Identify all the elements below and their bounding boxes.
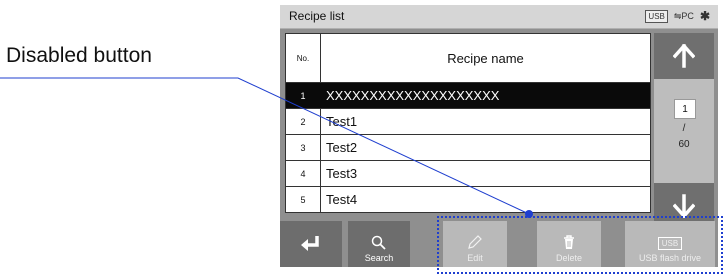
delete-label: Delete [555,253,582,263]
table-row[interactable]: 3 Test2 [286,135,650,161]
pc-status-label: PC [681,10,694,21]
row-number: 3 [286,135,321,160]
table-row-selected[interactable]: 1 XXXXXXXXXXXXXXXXXXXX [286,83,650,109]
back-button[interactable] [280,221,342,267]
recipe-list-screen: Recipe list USB ⇋PC ✱ No. Recipe name 1 … [280,5,718,267]
edit-label: Edit [467,253,483,263]
table-header: No. Recipe name [286,34,650,83]
callout-label: Disabled button [6,44,152,67]
usb-icon: USB [657,237,683,250]
recipe-table: No. Recipe name 1 XXXXXXXXXXXXXXXXXXXX 2… [285,33,651,213]
page-scroller: 1 / 60 [654,33,714,229]
row-number: 1 [286,83,321,108]
page-up-button[interactable] [654,33,714,79]
row-number: 5 [286,187,321,212]
row-number: 4 [286,161,321,186]
recipe-name: Test4 [326,192,358,207]
bottom-toolbar: Search Edit Delete USB USB flash drive [280,221,718,267]
column-header-no: No. [286,34,321,82]
usb-flash-drive-label: USB flash drive [638,253,702,263]
recipe-name: Test2 [326,140,358,155]
edit-icon [468,235,482,249]
title-bar: Recipe list USB ⇋PC ✱ [280,5,718,29]
column-header-recipe-name: Recipe name [447,50,524,66]
arrow-down-icon [673,194,695,218]
screen-title: Recipe list [289,9,345,23]
table-row[interactable]: 2 Test1 [286,109,650,135]
recipe-name: XXXXXXXXXXXXXXXXXXXX [326,88,500,103]
back-icon [301,236,319,251]
current-page: 1 [674,99,696,119]
usb-status-icon: USB [645,9,668,23]
row-number: 2 [286,109,321,134]
table-row[interactable]: 4 Test3 [286,161,650,187]
arrow-up-icon [673,44,695,68]
search-icon [371,235,386,250]
delete-icon [564,235,574,249]
delete-button-disabled: Delete [537,221,601,267]
recipe-name: Test1 [326,114,358,129]
table-row[interactable]: 5 Test4 [286,187,650,212]
usb-flash-drive-button-disabled: USB USB flash drive [625,221,715,267]
page-indicator: 1 / 60 [654,79,714,183]
page-separator: / [682,123,686,134]
bluetooth-icon: ✱ [699,9,710,23]
pc-link-status: ⇋PC [673,10,694,21]
recipe-name: Test3 [326,166,358,181]
search-label: Search [364,253,394,263]
total-pages: 60 [678,139,690,150]
status-indicators: USB ⇋PC ✱ [645,9,710,23]
search-button[interactable]: Search [348,221,410,267]
edit-button-disabled: Edit [443,221,507,267]
